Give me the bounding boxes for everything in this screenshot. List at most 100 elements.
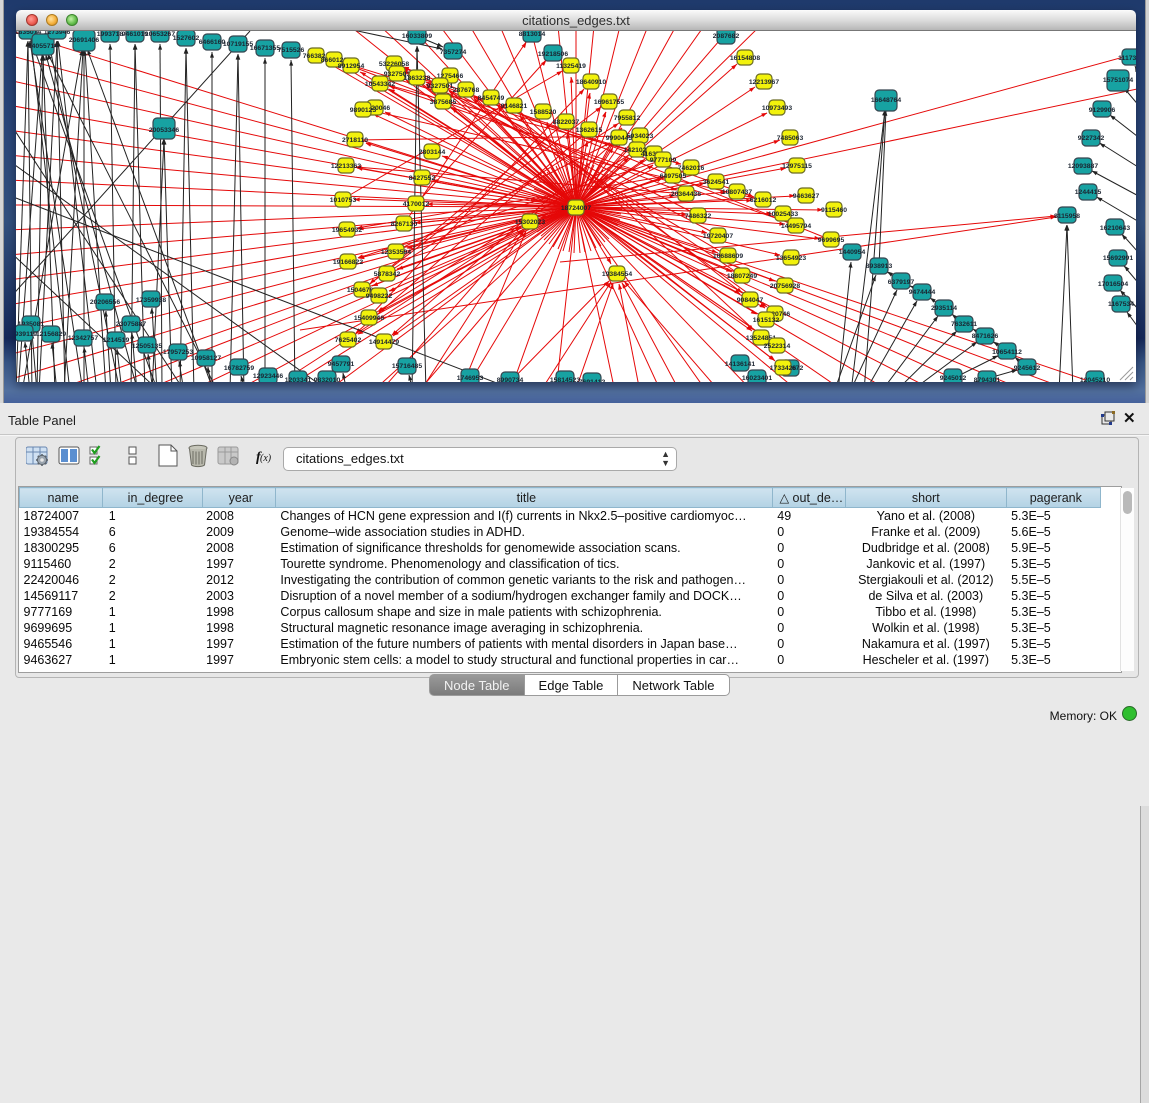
svg-text:5934023: 5934023 [627,133,654,140]
svg-text:9115460: 9115460 [821,207,847,214]
svg-text:18807249: 18807249 [727,273,757,280]
svg-text:9084047: 9084047 [737,297,764,304]
svg-text:7515526: 7515526 [278,47,305,54]
svg-text:8267130: 8267130 [391,221,418,228]
svg-text:8912954: 8912954 [338,63,365,70]
svg-text:15716485: 15716485 [392,363,422,370]
svg-text:3624541: 3624541 [703,179,730,186]
svg-text:5878342: 5878342 [374,271,401,278]
svg-text:7691412: 7691412 [579,379,606,382]
svg-text:10543342: 10543342 [365,81,395,88]
svg-text:10653267: 10653267 [145,31,175,38]
svg-text:20206556: 20206556 [90,299,120,306]
svg-text:1244415: 1244415 [1075,189,1102,196]
svg-text:9890123: 9890123 [350,107,377,114]
svg-text:9327501: 9327501 [427,83,454,90]
svg-text:9498222: 9498222 [366,293,393,300]
svg-text:14136141: 14136141 [725,361,755,368]
svg-text:17957253: 17957253 [163,349,193,356]
svg-text:19166822: 19166822 [333,259,363,266]
svg-text:6216012: 6216012 [750,197,777,204]
svg-text:19654932: 19654932 [332,227,362,234]
svg-text:9777109: 9777109 [650,157,677,164]
svg-text:12923446: 12923446 [253,373,283,380]
svg-text:9129906: 9129906 [1089,107,1116,114]
svg-text:8813014: 8813014 [519,31,546,38]
svg-text:1527602: 1527602 [173,35,200,42]
svg-text:14914479: 14914479 [369,339,399,346]
svg-text:11325419: 11325419 [556,63,586,70]
svg-text:23075887: 23075887 [116,321,146,328]
svg-text:10025433: 10025433 [768,211,798,218]
svg-text:12213363: 12213363 [331,163,361,170]
svg-text:2876768: 2876768 [453,87,480,94]
svg-text:12342757: 12342757 [68,335,98,342]
svg-text:7486322: 7486322 [685,213,712,220]
svg-text:17016504: 17016504 [1098,281,1128,288]
svg-text:19218506: 19218506 [538,51,568,58]
svg-text:10719155: 10719155 [223,41,253,48]
svg-text:7632611: 7632611 [951,321,977,328]
svg-text:7625402: 7625402 [335,337,362,344]
svg-text:2935114: 2935114 [931,305,957,312]
svg-text:7357274: 7357274 [440,49,467,56]
svg-text:1203341: 1203341 [285,377,312,382]
svg-text:1588520: 1588520 [530,109,557,116]
svg-text:1362615: 1362615 [576,127,603,134]
svg-text:8471626: 8471626 [972,333,999,340]
svg-text:18640910: 18640910 [576,79,606,86]
svg-text:20364436: 20364436 [671,191,701,198]
svg-text:9227342: 9227342 [1078,135,1105,142]
svg-text:9474444: 9474444 [909,289,936,296]
svg-text:12213967: 12213967 [749,79,779,86]
svg-text:15692991: 15692991 [1103,255,1133,262]
svg-text:12045210: 12045210 [1080,377,1110,382]
svg-text:(x): (x) [260,453,272,464]
svg-text:1733426: 1733426 [770,365,797,372]
svg-text:4170012: 4170012 [403,201,430,208]
svg-text:10807437: 10807437 [722,189,752,196]
svg-text:20691406: 20691406 [69,37,99,44]
svg-text:1863238: 1863238 [404,75,431,82]
svg-text:1010753: 1010753 [330,197,357,204]
svg-text:8454749: 8454749 [478,95,505,102]
svg-text:8427552: 8427552 [409,175,436,182]
svg-text:13654923: 13654923 [776,255,806,262]
svg-text:6466160: 6466160 [199,39,226,46]
svg-text:12093887: 12093887 [1068,163,1098,170]
svg-text:9245612: 9245612 [1014,365,1041,372]
svg-text:1615132: 1615132 [753,317,780,324]
svg-text:18724007: 18724007 [561,205,591,212]
svg-text:7955812: 7955812 [614,115,641,122]
svg-text:2718110: 2718110 [342,137,368,144]
svg-text:8822037: 8822037 [553,119,580,126]
svg-text:16782759: 16782759 [224,365,254,372]
svg-text:16671355: 16671355 [250,45,280,52]
svg-text:16154808: 16154808 [730,55,760,62]
svg-text:20053346: 20053346 [149,127,179,134]
svg-text:1117316: 1117316 [1118,55,1136,62]
svg-text:12975115: 12975115 [782,163,812,170]
svg-text:1273946: 1273946 [44,31,71,36]
svg-text:12505135: 12505135 [132,343,162,350]
svg-text:14495794: 14495794 [781,223,811,230]
svg-text:8794301: 8794301 [974,377,1001,382]
svg-text:12156829: 12156829 [36,331,66,338]
svg-text:7462016: 7462016 [678,165,705,172]
svg-text:9832010: 9832010 [314,377,341,382]
svg-text:1746953: 1746953 [457,375,484,382]
svg-text:16961755: 16961755 [594,99,624,106]
svg-text:16648764: 16648764 [871,97,901,104]
svg-text:15409948: 15409948 [354,315,384,322]
svg-text:2803144: 2803144 [419,149,446,156]
svg-text:1167534: 1167534 [1108,301,1134,308]
svg-text:10654112: 10654112 [992,349,1022,356]
svg-text:9245012: 9245012 [940,375,967,382]
svg-text:9699695: 9699695 [818,237,845,244]
svg-text:2087682: 2087682 [713,33,740,40]
svg-text:12353594: 12353594 [381,249,411,256]
svg-text:10973493: 10973493 [762,105,792,112]
svg-text:1214519: 1214519 [103,337,130,344]
svg-text:7485063: 7485063 [777,135,804,142]
svg-text:17359938: 17359938 [136,297,166,304]
